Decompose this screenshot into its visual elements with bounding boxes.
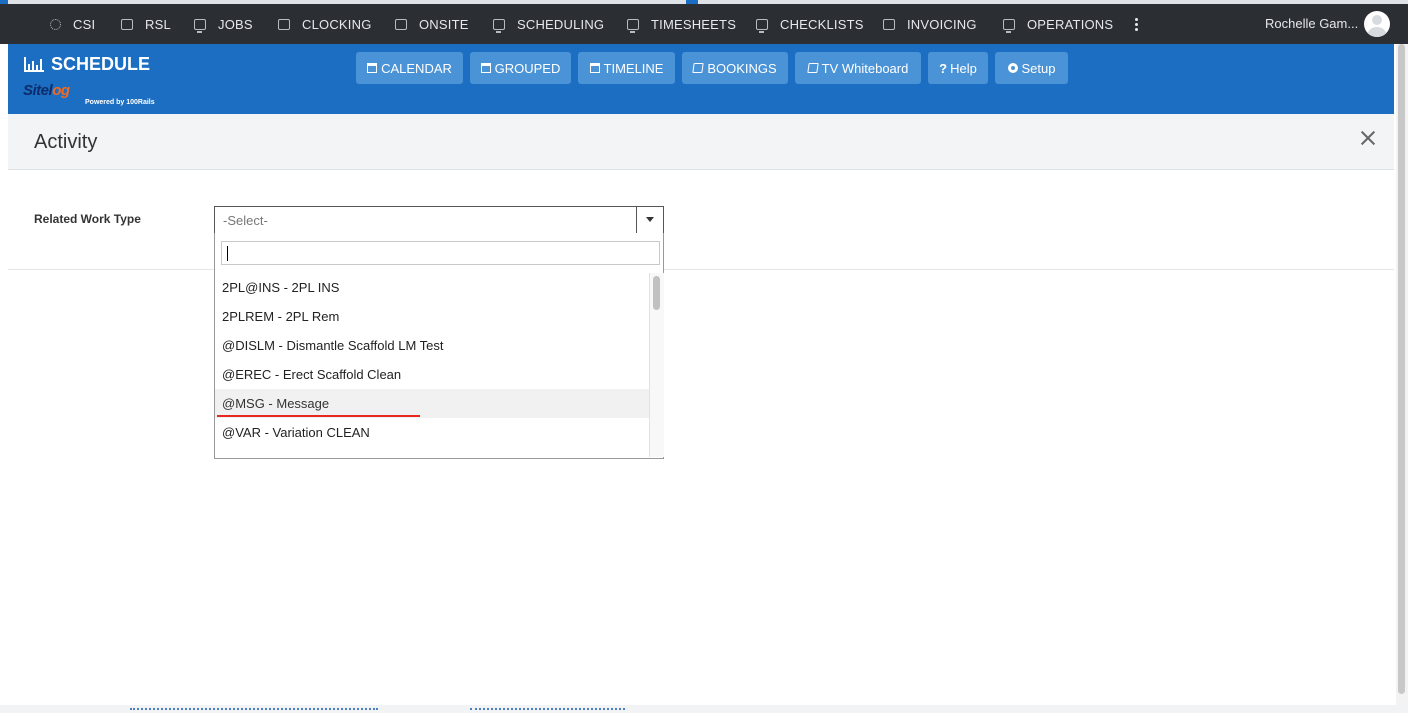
button-label: CALENDAR — [381, 60, 452, 76]
nav-item-label: CLOCKING — [302, 16, 372, 32]
nav-item-label: CSI — [73, 16, 96, 32]
red-underline-annotation — [217, 415, 420, 417]
button-label: BOOKINGS — [707, 60, 777, 76]
page-scrollbar[interactable] — [1396, 44, 1408, 705]
schedule-brand[interactable]: SCHEDULE — [24, 54, 150, 75]
nav-item-label: JOBS — [218, 16, 253, 32]
nav-item-rsl[interactable]: RSL — [121, 4, 171, 44]
monitor-icon — [756, 18, 768, 33]
gear-icon — [50, 18, 61, 30]
select-value: -Select- — [223, 213, 268, 228]
button-label: TV Whiteboard — [821, 60, 909, 76]
nav-item-label: CHECKLISTS — [780, 16, 864, 32]
nav-item-label: SCHEDULING — [517, 16, 605, 32]
modal-title: Activity — [34, 131, 98, 153]
activity-modal: Activity Related Work Type -Select- 2PL@… — [8, 114, 1394, 705]
tv-whiteboard-button[interactable]: TV Whiteboard — [795, 52, 921, 84]
timeline-button[interactable]: TIMELINE — [578, 52, 675, 84]
schedule-title: SCHEDULE — [51, 54, 151, 74]
help-button[interactable]: ? Help — [928, 52, 988, 84]
dropdown-scrollbar-thumb[interactable] — [653, 276, 660, 310]
user-avatar-icon[interactable] — [1364, 11, 1390, 37]
nav-item-clocking[interactable]: CLOCKING — [278, 4, 372, 44]
logo-text-accent: o — [52, 82, 61, 99]
dropdown-search-input[interactable] — [221, 241, 660, 265]
related-work-type-label: Related Work Type — [34, 212, 141, 226]
nav-item-label: INVOICING — [907, 16, 977, 32]
nav-item-csi[interactable]: CSI — [50, 4, 95, 44]
chevron-down-icon[interactable] — [636, 207, 663, 233]
button-label: TIMELINE — [603, 60, 664, 76]
dropdown-option[interactable]: @VAR - Variation CLEAN — [215, 418, 649, 447]
dropdown-options-list: 2PL@INS - 2PL INS 2PLREM - 2PL Rem @DISL… — [215, 273, 649, 457]
screen-icon — [395, 18, 407, 30]
nav-item-label: ONSITE — [419, 16, 469, 32]
close-icon[interactable] — [1360, 130, 1376, 146]
nav-item-jobs[interactable]: JOBS — [194, 4, 253, 44]
nav-item-operations[interactable]: OPERATIONS — [1003, 4, 1113, 44]
book-icon — [692, 63, 705, 73]
dropdown-option-highlighted[interactable]: @MSG - Message — [215, 389, 649, 418]
text-caret — [227, 246, 228, 261]
nav-item-checklists[interactable]: CHECKLISTS — [756, 4, 864, 44]
background-dotted-line — [130, 708, 378, 713]
dropdown-option[interactable]: @EREC - Erect Scaffold Clean — [215, 360, 649, 389]
calendar-icon — [589, 63, 600, 73]
monitor-icon — [493, 18, 505, 33]
button-label: Help — [950, 60, 977, 76]
nav-item-label: OPERATIONS — [1027, 16, 1114, 32]
dropdown-option[interactable]: 2PLREM - 2PL Rem — [215, 302, 649, 331]
screen-icon — [278, 18, 290, 30]
cog-icon — [1007, 63, 1018, 73]
dropdown-option[interactable]: @DISLM - Dismantle Scaffold LM Test — [215, 331, 649, 360]
logo-text-accent: g — [60, 82, 70, 99]
button-label: Setup — [1021, 60, 1056, 76]
sitelog-logo: Sitelog — [23, 82, 70, 99]
related-work-type-select[interactable]: -Select- — [214, 206, 664, 234]
nav-item-label: RSL — [145, 16, 171, 32]
select-dropdown: 2PL@INS - 2PL INS 2PLREM - 2PL Rem @DISL… — [214, 233, 664, 459]
bar-chart-icon — [24, 57, 44, 72]
schedule-header: SCHEDULE Sitelog Powered by 100Rails CAL… — [8, 44, 1394, 114]
calendar-icon — [480, 63, 491, 73]
page-scrollbar-thumb[interactable] — [1398, 44, 1405, 694]
grouped-button[interactable]: GROUPED — [470, 52, 571, 84]
question-icon: ? — [939, 60, 948, 76]
nav-item-scheduling[interactable]: SCHEDULING — [493, 4, 604, 44]
kebab-icon[interactable] — [1130, 14, 1142, 34]
background-dotted-line — [470, 708, 625, 713]
logo-text: Sitel — [23, 82, 53, 99]
option-label: @MSG - Message — [222, 396, 330, 411]
bookings-button[interactable]: BOOKINGS — [682, 52, 788, 84]
monitor-icon — [194, 18, 206, 33]
dropdown-option[interactable]: 2PL@INS - 2PL INS — [215, 273, 649, 302]
button-label: GROUPED — [494, 60, 561, 76]
nav-item-invoicing[interactable]: INVOICING — [883, 4, 977, 44]
screen-icon — [121, 18, 133, 30]
modal-header: Activity — [8, 114, 1394, 170]
calendar-icon — [367, 63, 378, 73]
calendar-button[interactable]: CALENDAR — [356, 52, 463, 84]
nav-item-timesheets[interactable]: TIMESHEETS — [627, 4, 736, 44]
nav-item-onsite[interactable]: ONSITE — [395, 4, 469, 44]
dropdown-scrollbar[interactable] — [649, 273, 664, 457]
book-icon — [806, 63, 819, 73]
background-page — [0, 44, 8, 713]
nav-item-label: TIMESHEETS — [651, 16, 737, 32]
monitor-icon — [1003, 18, 1015, 33]
top-navigation-bar: CSI RSL JOBS CLOCKING ONSITE SCHEDULING … — [0, 0, 1408, 44]
screen-icon — [883, 18, 895, 30]
setup-button[interactable]: Setup — [995, 52, 1068, 84]
monitor-icon — [627, 18, 639, 33]
powered-by-label: Powered by 100Rails — [85, 99, 155, 106]
background-page-footer — [0, 705, 1408, 713]
window-edge-accent — [0, 0, 8, 4]
user-name[interactable]: Rochelle Gam... — [1265, 4, 1358, 44]
